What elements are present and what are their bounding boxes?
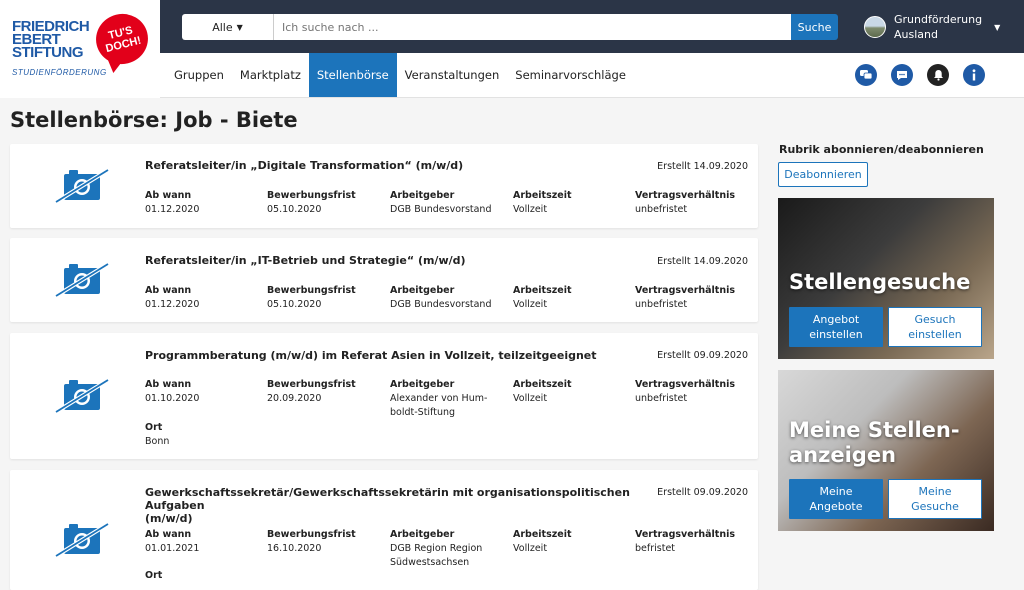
field-worktime: Arbeitszeit Vollzeit xyxy=(513,285,572,310)
info-icon[interactable] xyxy=(963,64,985,86)
field-start: Ab wann 01.12.2020 xyxy=(145,285,200,310)
field-employer: Arbeitgeber DGB Region Region Südwestsachs… xyxy=(390,529,483,568)
nav-icon-group xyxy=(855,64,999,86)
search-input[interactable] xyxy=(274,14,791,40)
no-image-camera-icon xyxy=(54,378,110,414)
my-requests-button[interactable]: Meine Gesuche xyxy=(888,479,982,519)
field-deadline: Bewerbungsfrist 16.10.2020 xyxy=(267,529,356,554)
nav-item-seminarvorschlaege[interactable]: Seminarvorschläge xyxy=(507,53,634,97)
logo-wordmark: FRIEDRICH EBERT STIFTUNG xyxy=(12,18,90,61)
logo[interactable]: FRIEDRICH EBERT STIFTUNG STUDIENFÖRDERUN… xyxy=(0,0,160,98)
nav-item-veranstaltungen[interactable]: Veranstaltungen xyxy=(397,53,508,97)
promo-my-listings: Meine Stellen-anzeigen Meine Angebote Mei… xyxy=(778,370,994,531)
promo-heading: Meine Stellen-anzeigen xyxy=(789,418,960,467)
no-image-camera-icon xyxy=(54,522,110,558)
field-worktime: Arbeitszeit Vollzeit xyxy=(513,379,572,404)
job-card[interactable]: Referatsleiter/in „Digitale Transformati… xyxy=(10,144,758,228)
chat-bubbles-icon[interactable] xyxy=(855,64,877,86)
bell-icon[interactable] xyxy=(927,64,949,86)
logo-speech-bubble: TU'S DOCH! xyxy=(90,8,154,70)
field-location: Ort xyxy=(145,570,163,581)
top-dark-bar: Alle▼ Suche Grundförderung Ausland ▼ xyxy=(160,0,1024,53)
field-contract: Vertragsverhältnis unbefristet xyxy=(635,379,736,404)
field-deadline: Bewerbungsfrist 05.10.2020 xyxy=(267,285,356,310)
promo-job-requests: Stellengesuche Angebot einstellen Gesuch e… xyxy=(778,198,994,359)
field-employer: Arbeitgeber DGB Bundesvorstand xyxy=(390,190,492,215)
job-title[interactable]: Referatsleiter/in „Digitale Transformati… xyxy=(145,159,635,172)
user-menu[interactable]: Grundförderung Ausland ▼ xyxy=(864,12,1004,42)
field-contract: Vertragsverhältnis befristet xyxy=(635,529,736,554)
field-employer: Arbeitgeber DGB Bundesvorstand xyxy=(390,285,492,310)
job-title[interactable]: Programmberatung (m/w/d) im Referat Asie… xyxy=(145,349,635,362)
promo-heading: Stellengesuche xyxy=(789,270,971,294)
post-request-button[interactable]: Gesuch einstellen xyxy=(888,307,982,347)
chevron-down-icon: ▼ xyxy=(994,22,1001,32)
user-name: Grundförderung Ausland xyxy=(894,13,983,41)
field-employer: Arbeitgeber Alexander von Hum-boldt-Stift… xyxy=(390,379,488,418)
created-date: Erstellt 09.09.2020 xyxy=(657,487,748,498)
header: FRIEDRICH EBERT STIFTUNG STUDIENFÖRDERUN… xyxy=(0,0,1024,98)
job-card[interactable]: Programmberatung (m/w/d) im Referat Asie… xyxy=(10,333,758,459)
nav-item-gruppen[interactable]: Gruppen xyxy=(166,53,232,97)
main-nav: Gruppen Marktplatz Stellenbörse Veransta… xyxy=(166,53,634,97)
field-contract: Vertragsverhältnis unbefristet xyxy=(635,285,736,310)
unsubscribe-button[interactable]: Deabonnieren xyxy=(778,162,868,187)
field-start: Ab wann 01.12.2020 xyxy=(145,190,200,215)
logo-subline: STUDIENFÖRDERUNG xyxy=(12,68,107,77)
field-deadline: Bewerbungsfrist 20.09.2020 xyxy=(267,379,356,404)
created-date: Erstellt 14.09.2020 xyxy=(657,256,748,267)
search-category-select[interactable]: Alle ▼ xyxy=(182,14,274,40)
job-title[interactable]: Gewerkschaftssekretär/Gewerkschaftssekre… xyxy=(145,486,635,525)
field-deadline: Bewerbungsfrist 05.10.2020 xyxy=(267,190,356,215)
search-bar: Alle▼ Suche xyxy=(182,14,838,40)
search-button[interactable]: Suche xyxy=(791,14,838,40)
field-worktime: Arbeitszeit Vollzeit xyxy=(513,529,572,554)
chevron-down-icon: ▼ xyxy=(236,22,243,32)
no-image-camera-icon xyxy=(54,262,110,298)
post-offer-button[interactable]: Angebot einstellen xyxy=(789,307,883,347)
no-image-camera-icon xyxy=(54,168,110,204)
field-start: Ab wann 01.01.2021 xyxy=(145,529,200,554)
field-contract: Vertragsverhältnis unbefristet xyxy=(635,190,736,215)
message-icon[interactable] xyxy=(891,64,913,86)
field-location: Ort Bonn xyxy=(145,422,170,447)
job-title[interactable]: Referatsleiter/in „IT-Betrieb und Strate… xyxy=(145,254,635,267)
created-date: Erstellt 14.09.2020 xyxy=(657,161,748,172)
field-start: Ab wann 01.10.2020 xyxy=(145,379,200,404)
field-worktime: Arbeitszeit Vollzeit xyxy=(513,190,572,215)
created-date: Erstellt 09.09.2020 xyxy=(657,350,748,361)
avatar xyxy=(864,16,886,38)
job-card[interactable]: Referatsleiter/in „IT-Betrieb und Strate… xyxy=(10,238,758,322)
job-card[interactable]: Gewerkschaftssekretär/Gewerkschaftssekre… xyxy=(10,470,758,590)
subscribe-title: Rubrik abonnieren/deabonnieren xyxy=(779,143,984,156)
nav-item-stellenboerse[interactable]: Stellenbörse xyxy=(308,53,397,97)
page-title: Stellenbörse: Job - Biete xyxy=(10,108,298,132)
nav-item-marktplatz[interactable]: Marktplatz xyxy=(232,53,309,97)
my-offers-button[interactable]: Meine Angebote xyxy=(789,479,883,519)
